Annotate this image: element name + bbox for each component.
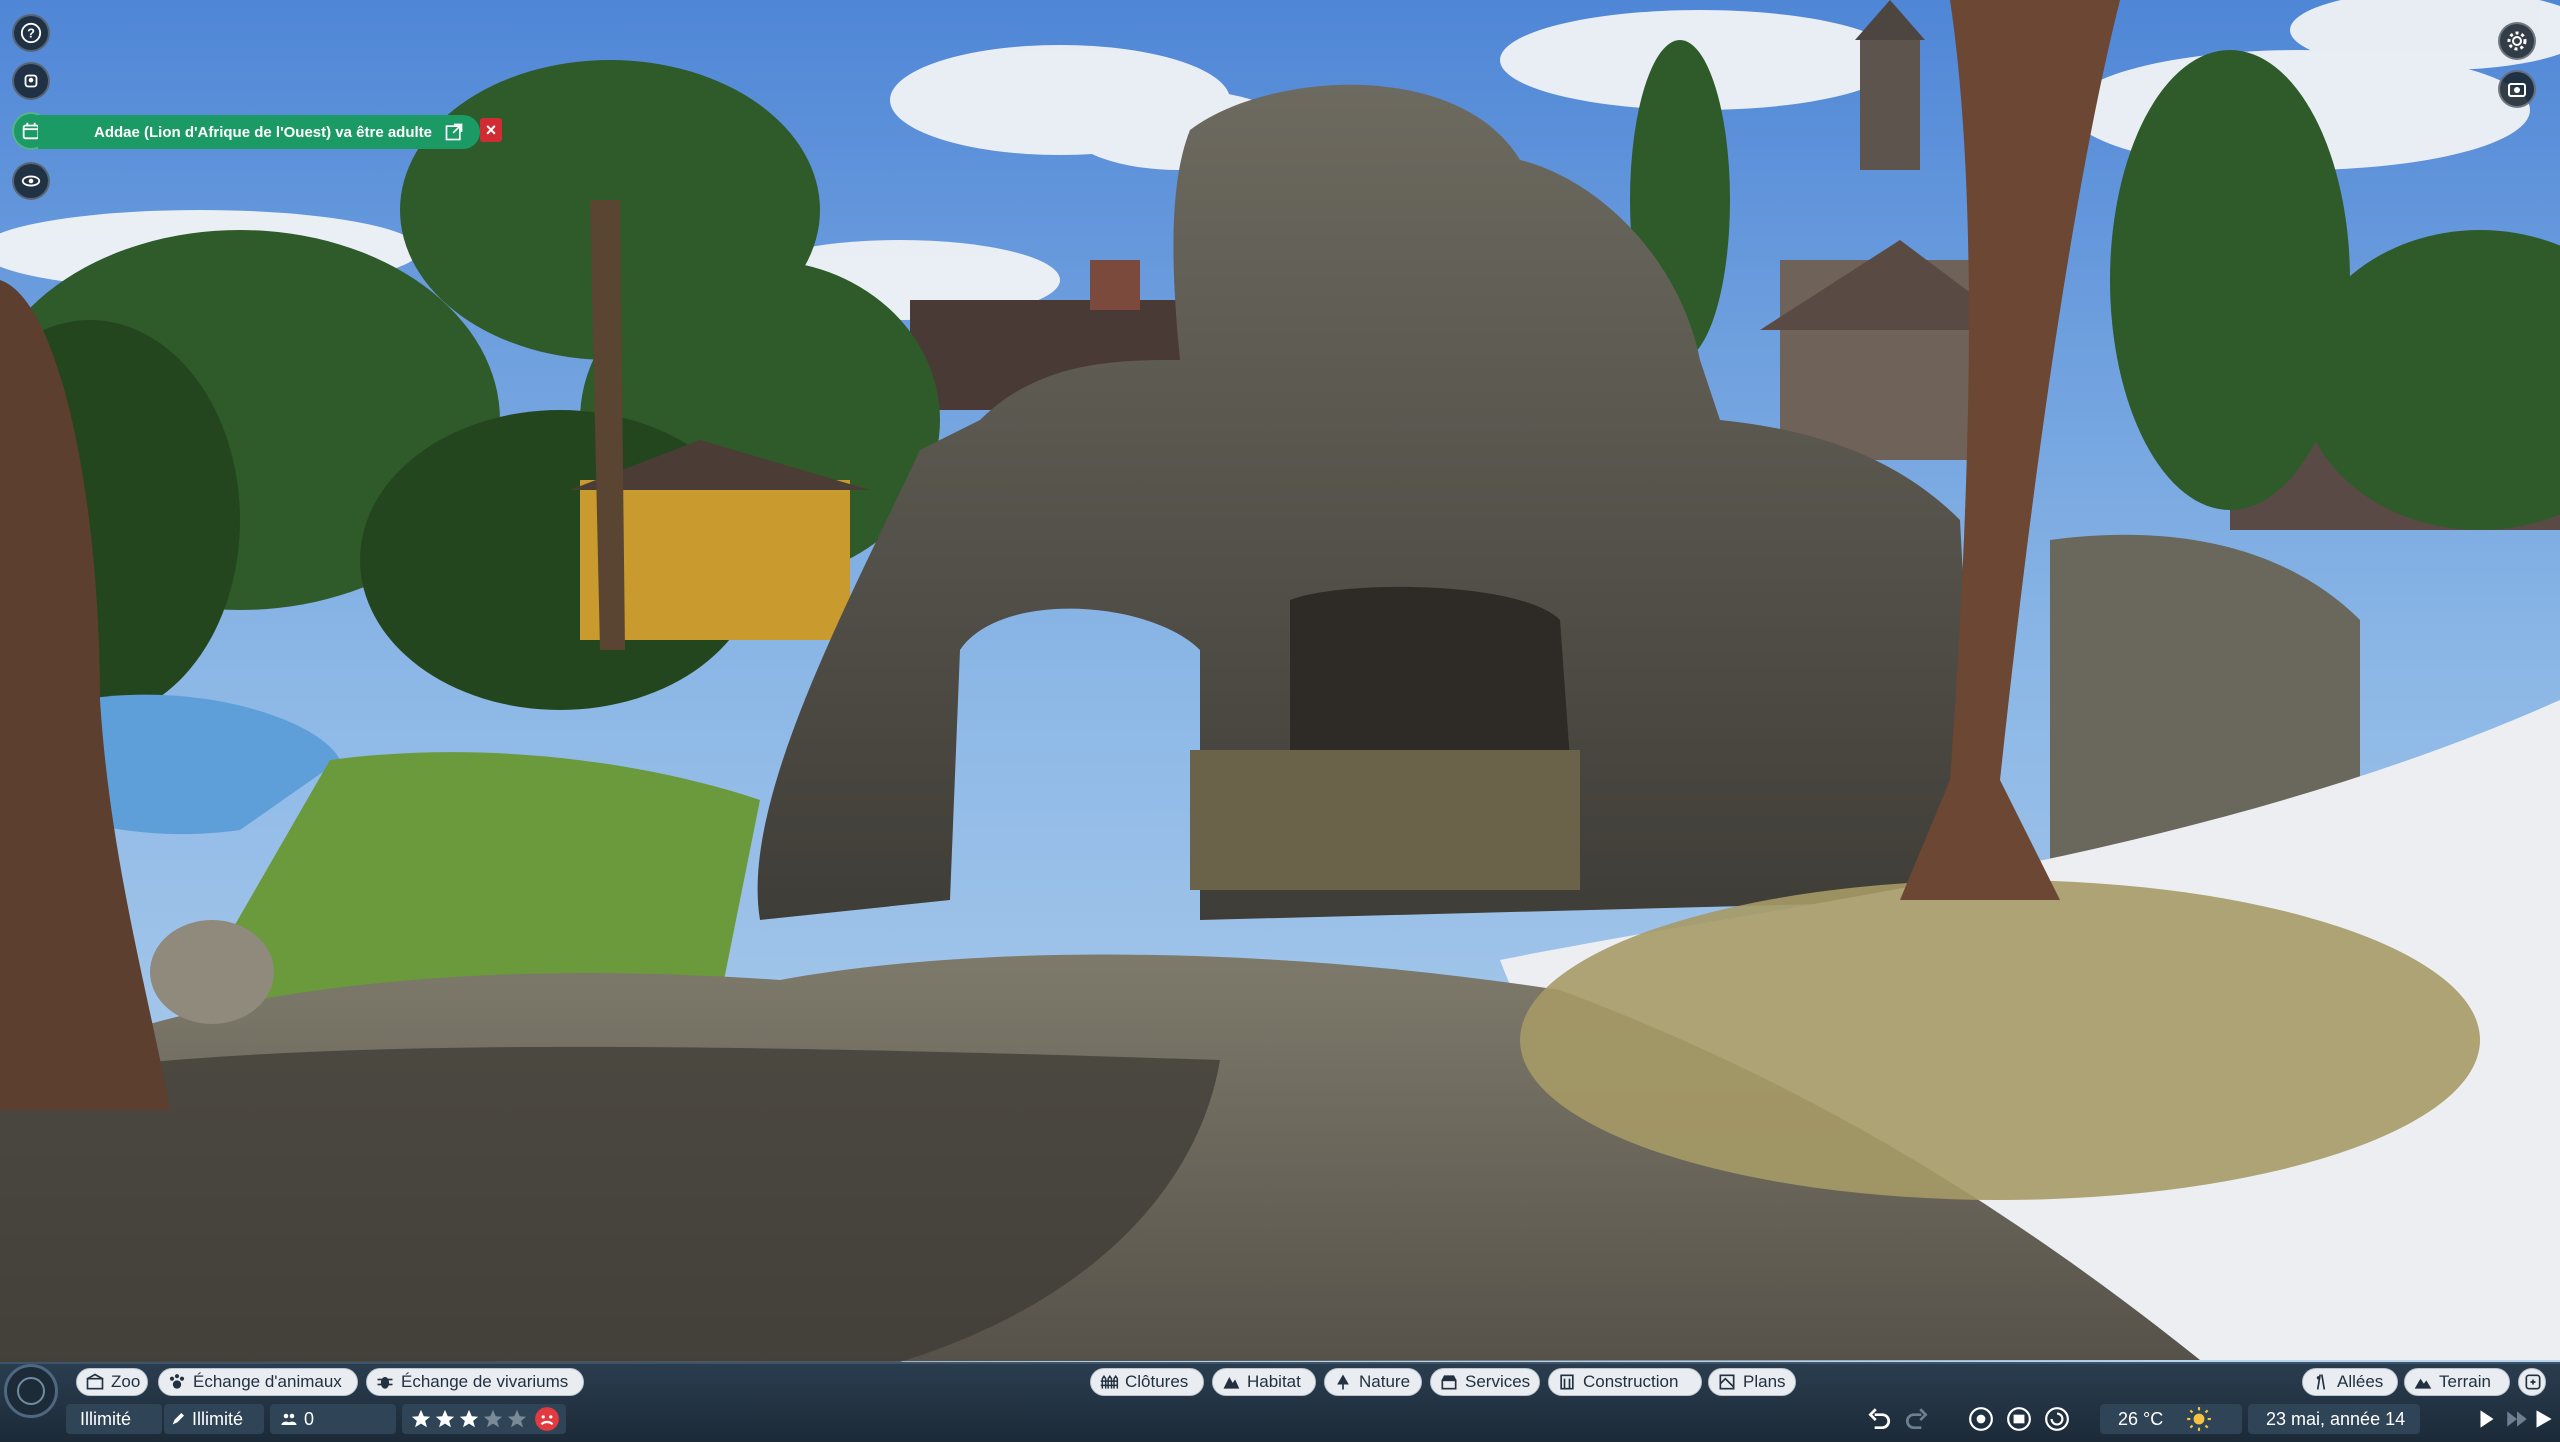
animal-exchange-label: Échange d'animaux [193,1372,342,1391]
zoo-label: Zoo [111,1372,141,1391]
camera-mode-icon[interactable] [2498,70,2536,108]
bug-icon [377,1377,393,1389]
game-viewport[interactable] [0,0,2560,1440]
vivarium-exchange-label: Échange de vivariums [401,1372,569,1391]
research-stat: Illimité [170,1404,243,1434]
overlay-view-icon[interactable] [1968,1406,1994,1432]
services-button[interactable]: Services [1430,1368,1540,1396]
pencil-icon [172,1413,184,1425]
sun-icon [2187,1407,2211,1431]
guests-icon [281,1413,297,1425]
settings-gear-icon[interactable] [2498,22,2536,60]
fences-button[interactable]: Clôtures [1090,1368,1204,1396]
nature-label: Nature [1359,1372,1411,1391]
external-link-icon[interactable] [444,122,464,142]
research-value: Illimité [192,1408,244,1429]
sad-face-icon[interactable] [534,1404,560,1434]
star-filled-icon [411,1409,431,1428]
info-panel-icon[interactable] [2006,1406,2032,1432]
money-value: Illimité [80,1408,132,1429]
star-empty-icon [483,1409,503,1428]
visibility-icon[interactable] [12,162,50,200]
habitat-button[interactable]: Habitat [1212,1368,1316,1396]
fences-label: Clôtures [1125,1372,1189,1391]
temperature-value: 26 °C [2118,1408,2164,1429]
construction-button[interactable]: Construction [1548,1368,1702,1396]
guests-value: 0 [304,1408,315,1429]
paw-icon [169,1374,185,1389]
building-icon [1560,1374,1574,1390]
tree-icon [1337,1374,1349,1390]
star-filled-icon [435,1409,455,1428]
zookeeper-icon[interactable] [12,62,50,100]
zoo-button[interactable]: Zoo [76,1368,148,1396]
terrain-label: Terrain [2439,1372,2491,1391]
date-value: 23 mai, année 14 [2266,1408,2406,1429]
notification-banner[interactable]: Addae (Lion d'Afrique de l'Ouest) va êtr… [38,115,480,149]
shop-icon [1441,1375,1457,1390]
play-icon[interactable] [2530,1406,2556,1432]
nature-button[interactable]: Nature [1324,1368,1422,1396]
star-filled-icon [459,1409,479,1428]
paths-button[interactable]: Allées [2302,1368,2398,1396]
services-label: Services [1465,1372,1531,1391]
expand-toolbar-button[interactable] [2518,1368,2546,1396]
habitat-icon [1223,1377,1240,1389]
paths-label: Allées [2337,1372,2384,1391]
blueprint-icon [1719,1374,1735,1390]
svg-text:?: ? [27,26,35,41]
plans-label: Plans [1743,1372,1786,1391]
plans-button[interactable]: Plans [1708,1368,1796,1396]
help-icon[interactable]: ? [12,14,50,52]
main-menu-dial-button[interactable] [4,1364,58,1418]
terrain-button[interactable]: Terrain [2404,1368,2510,1396]
fence-icon [1100,1374,1119,1389]
terrain-icon [2414,1378,2432,1389]
star-empty-icon [507,1409,527,1428]
undo-icon[interactable] [1866,1406,1892,1432]
fast-forward-icon[interactable] [2504,1406,2530,1432]
vivarium-exchange-button[interactable]: Échange de vivariums [366,1368,584,1396]
notification-text: Addae (Lion d'Afrique de l'Ouest) va êtr… [94,123,433,141]
zoo-icon [86,1373,104,1390]
habitat-label: Habitat [1247,1372,1301,1391]
notification-close-button[interactable]: × [480,118,502,142]
expand-icon [2525,1374,2541,1390]
path-icon [2316,1374,2326,1390]
construction-label: Construction [1583,1372,1679,1391]
zoo-rating-stars [410,1404,528,1434]
redo-icon[interactable] [1904,1406,1930,1432]
camera-reset-icon[interactable] [2044,1406,2070,1432]
guests-stat: 0 [280,1404,314,1434]
animal-exchange-button[interactable]: Échange d'animaux [158,1368,358,1396]
play-speed-icon[interactable] [2474,1406,2500,1432]
